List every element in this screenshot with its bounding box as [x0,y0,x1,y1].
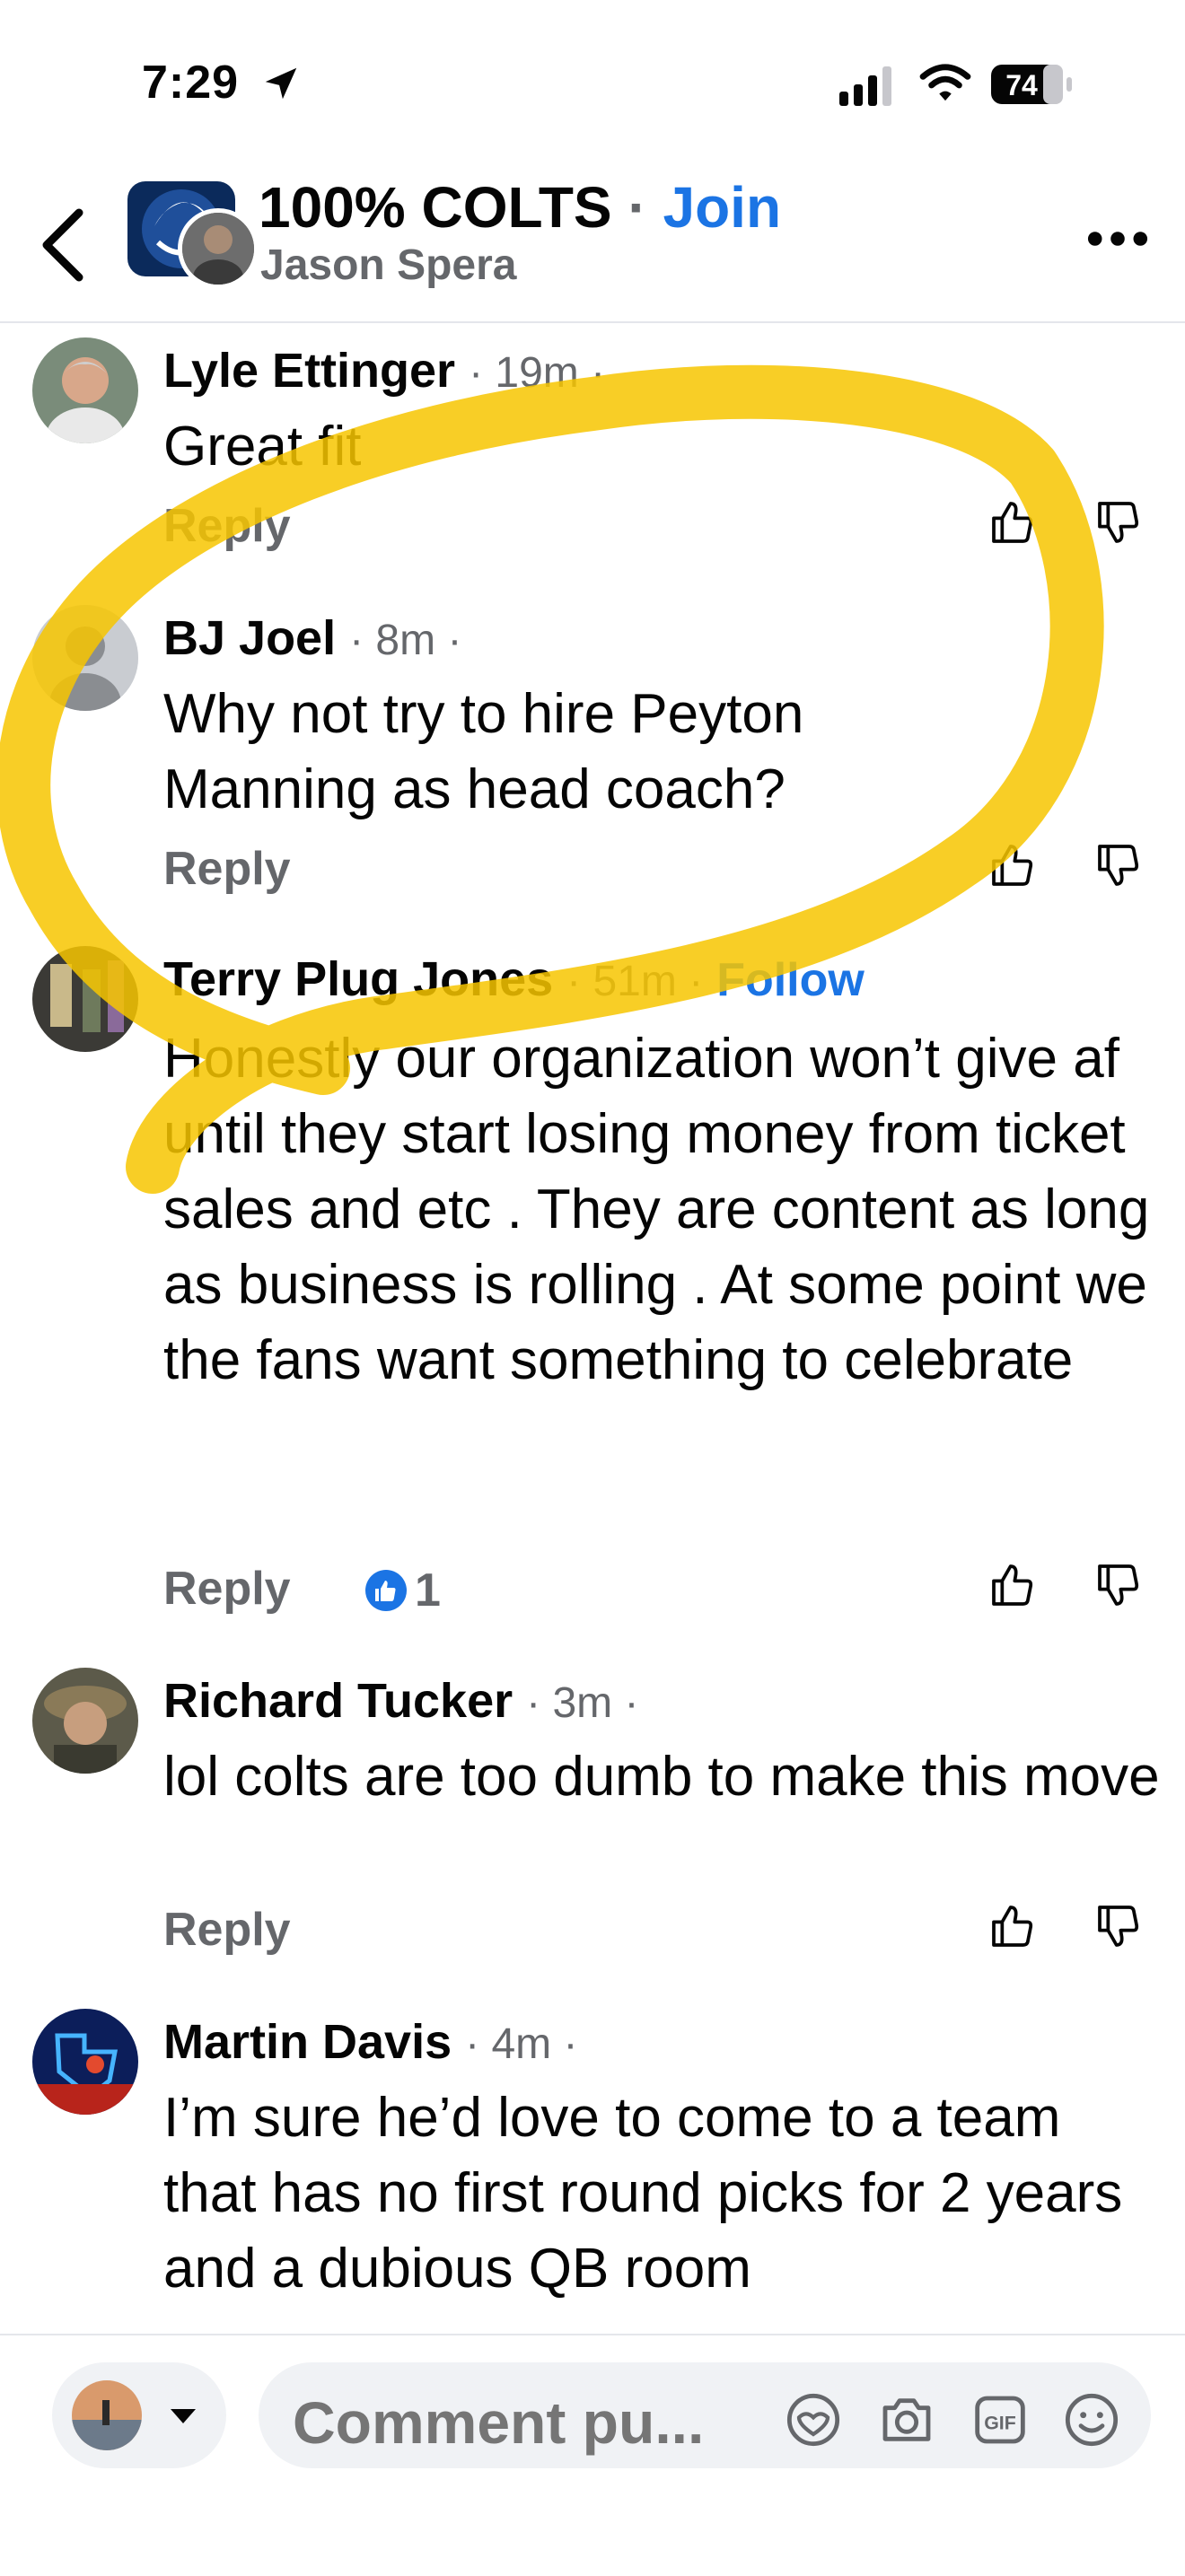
svg-text:GIF: GIF [984,2413,1016,2434]
avatar[interactable] [32,605,138,711]
group-header: 100% COLTS · Join Jason Spera [0,171,1185,323]
comment-text: lol colts are too dumb to make this move [163,1746,1160,1808]
join-button[interactable]: Join [663,175,781,240]
like-icon[interactable] [988,1560,1038,1610]
back-chevron-icon[interactable] [36,205,90,285]
comment-text: Why not try to hire Peyton Manning as he… [163,683,804,820]
avatar [72,2380,142,2450]
page-title[interactable]: 100% COLTS · Join [259,174,781,241]
signal-icon [839,66,891,106]
comment-author[interactable]: Terry Plug Jones [163,952,553,1006]
comment-author[interactable]: Martin Davis [163,2015,452,2069]
like-icon[interactable] [988,1901,1038,1951]
comment-text: Honestly our organization won’t give af … [163,1028,1150,1391]
poster-name[interactable]: Jason Spera [260,241,516,290]
more-icon[interactable] [1086,221,1149,257]
reply-button[interactable]: Reply [163,1562,291,1616]
comment-time: · 3m · [526,1679,639,1727]
status-time: 7:29 [142,57,240,109]
location-arrow-icon [265,67,297,100]
dislike-icon[interactable] [1093,1901,1144,1951]
group-name[interactable]: 100% COLTS [259,175,612,240]
comment-author[interactable]: Richard Tucker [163,1674,513,1728]
like-reaction-icon [365,1570,407,1611]
avatar[interactable] [32,337,138,443]
follow-button[interactable]: Follow [716,954,865,1006]
comment-author[interactable]: BJ Joel [163,611,336,665]
comment-header: Terry Plug Jones · 51m · Follow [163,951,865,1007]
reply-button[interactable]: Reply [163,842,291,896]
gif-icon[interactable]: GIF [971,2391,1029,2449]
battery-icon: 74 [991,65,1072,104]
comment-time: · 51m · [566,958,704,1005]
dislike-icon[interactable] [1093,1560,1144,1610]
comment-input[interactable] [291,2388,761,2458]
reply-button[interactable]: Reply [163,499,291,553]
comment-text: Great fit [163,416,362,478]
chevron-down-icon [171,2409,196,2423]
poster-avatar[interactable] [178,208,259,289]
camera-icon[interactable] [878,2391,935,2449]
comment-header: Lyle Ettinger · 19m · [163,343,605,399]
comment-author[interactable]: Lyle Ettinger [163,344,455,398]
comment-field[interactable]: GIF [259,2362,1151,2468]
title-separator: · [628,175,647,240]
comment-time: · 8m · [349,617,462,664]
identity-switcher[interactable] [52,2362,226,2468]
like-icon[interactable] [988,497,1038,548]
comment-time: · 19m · [469,349,606,397]
avatar[interactable] [32,1668,138,1774]
like-icon[interactable] [988,840,1038,890]
comment-header: Richard Tucker · 3m · [163,1673,638,1729]
comment-time: · 4m · [465,2020,578,2068]
comment-composer: GIF [0,2334,1185,2576]
emoji-icon[interactable] [1063,2391,1120,2449]
reaction-count: 1 [415,1564,441,1617]
avatar-sticker-icon[interactable] [785,2391,842,2449]
comment-header: Martin Davis · 4m · [163,2014,577,2070]
comment-header: BJ Joel · 8m · [163,610,461,666]
reaction-summary[interactable]: 1 [364,1564,441,1617]
wifi-icon [919,64,971,101]
avatar[interactable] [32,946,138,1052]
reply-button[interactable]: Reply [163,1903,291,1957]
dislike-icon[interactable] [1093,840,1144,890]
avatar[interactable] [32,2009,138,2115]
status-bar: 7:29 74 [0,0,1185,171]
dislike-icon[interactable] [1093,497,1144,548]
battery-level: 74 [1005,69,1038,101]
